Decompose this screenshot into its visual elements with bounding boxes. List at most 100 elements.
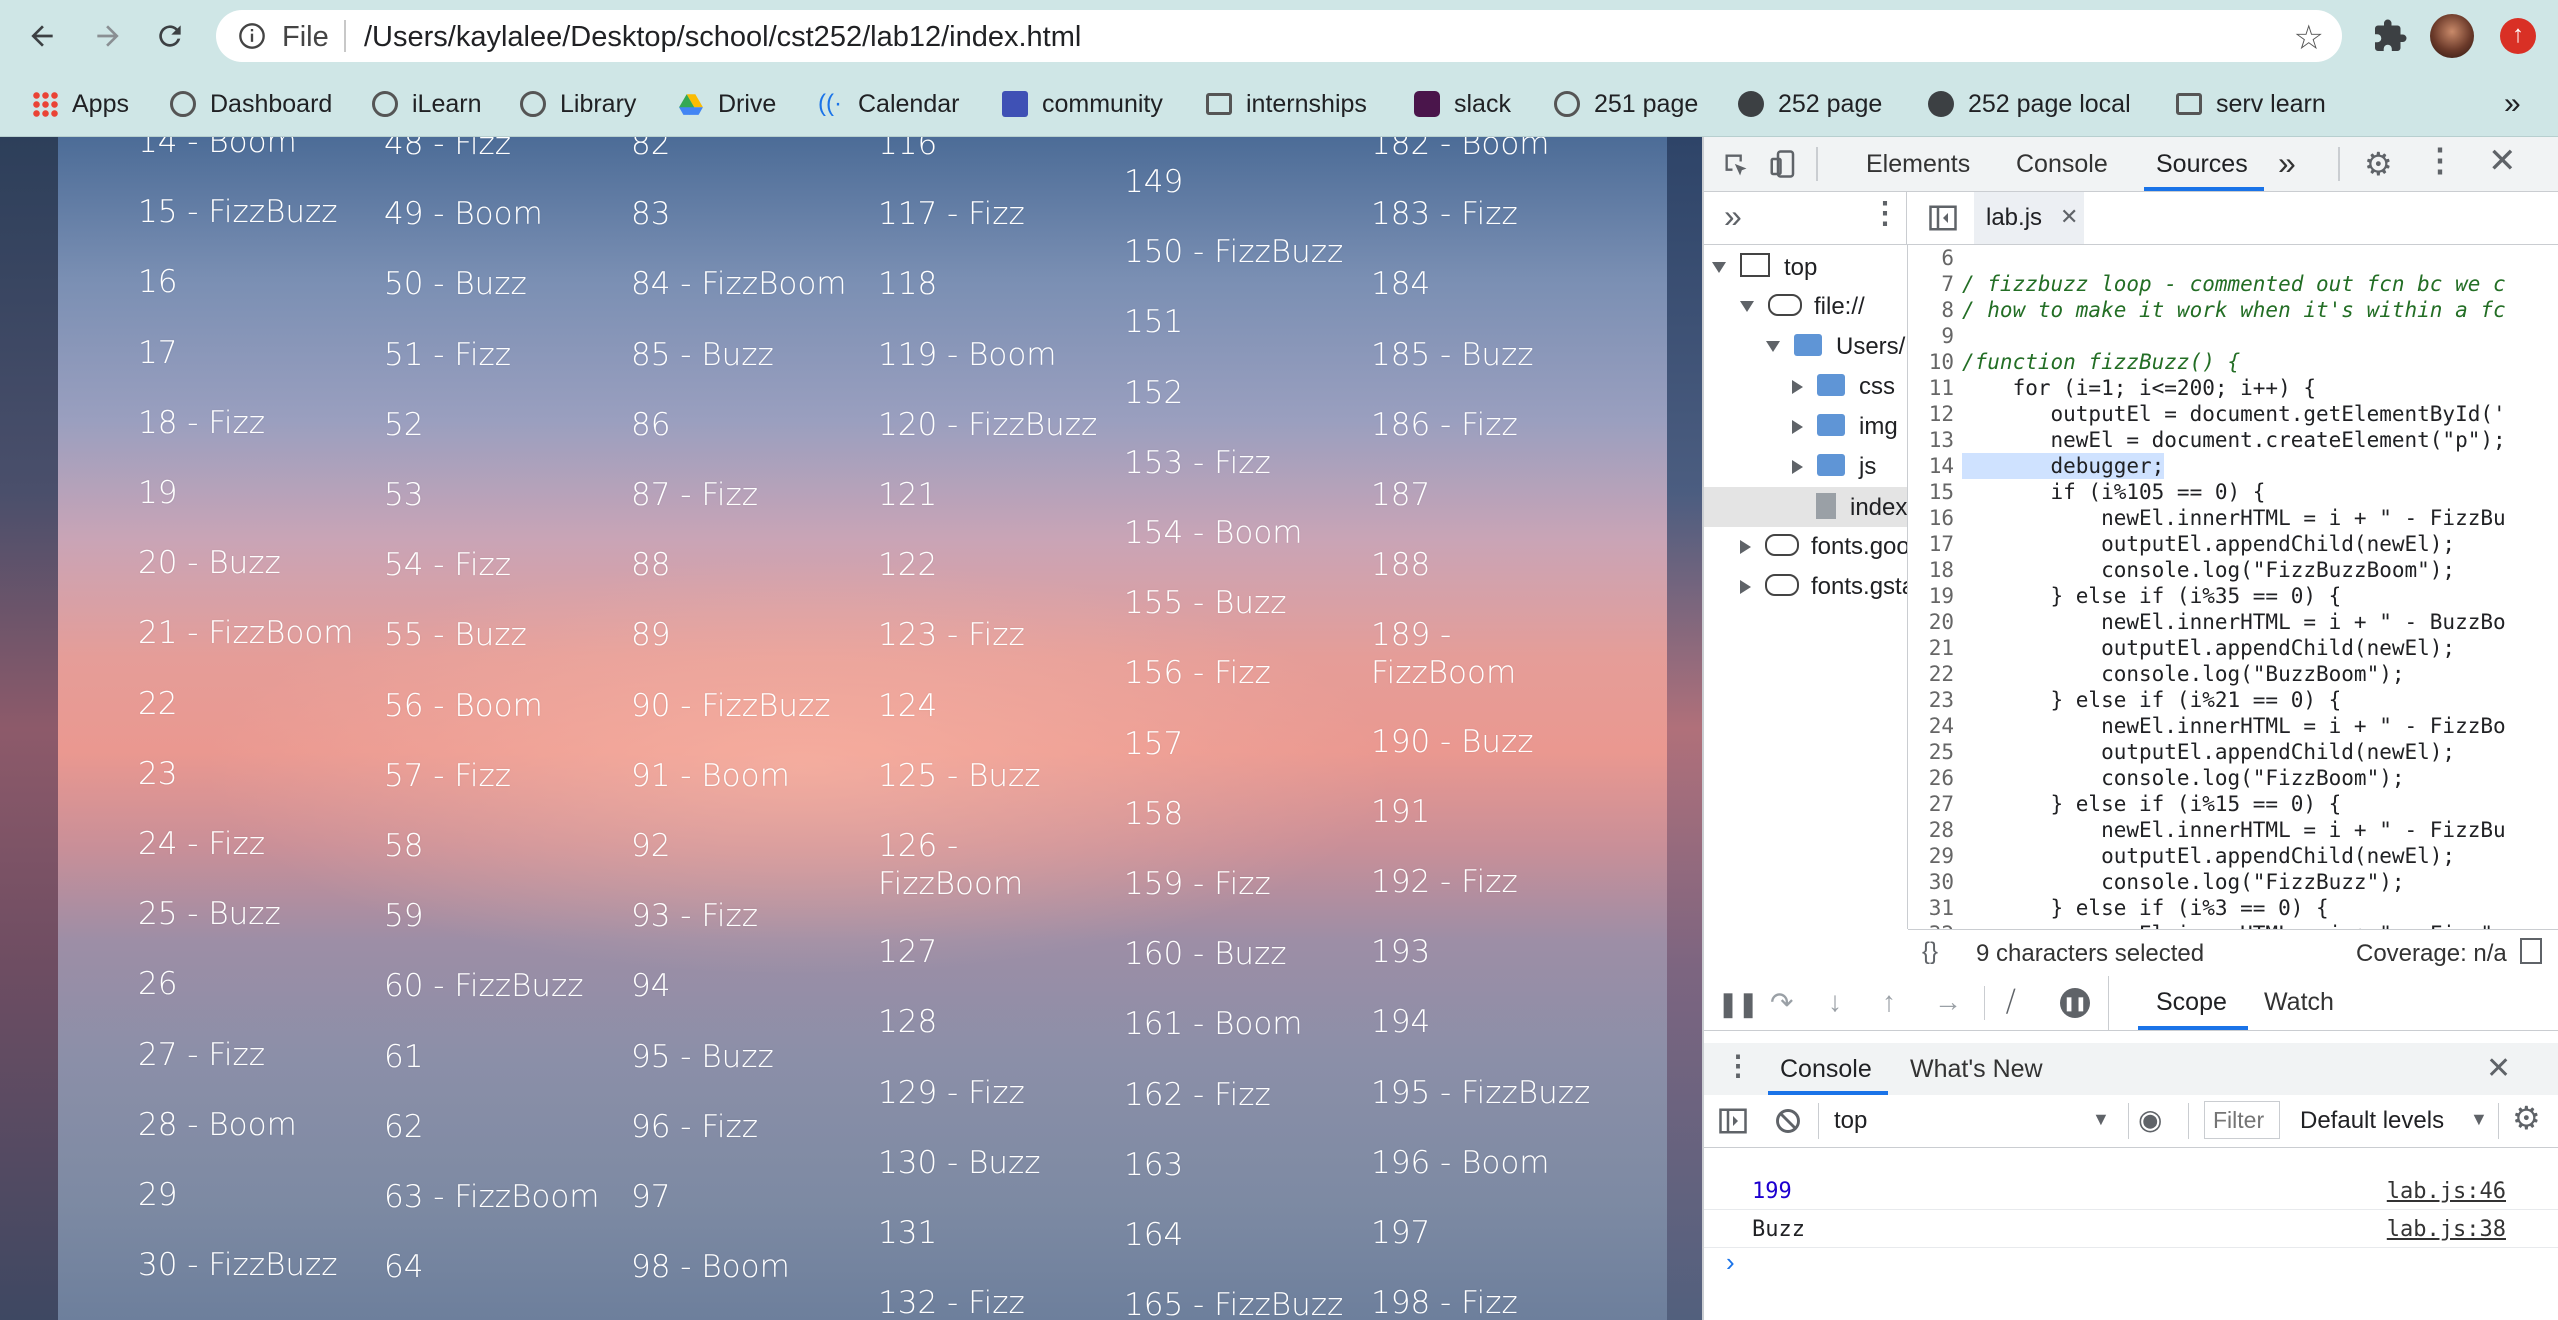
tree-item-fonts-googleapis[interactable]: fonts.goo (1740, 533, 1907, 561)
line-number[interactable]: 11 (1908, 375, 1954, 401)
step-out-icon[interactable]: ↑ (1882, 986, 1896, 1018)
device-toggle-icon[interactable] (1768, 149, 1798, 179)
tree-item-index[interactable]: index (1816, 493, 1907, 522)
line-number[interactable]: 18 (1908, 557, 1954, 583)
line-number[interactable]: 24 (1908, 713, 1954, 739)
tab-elements[interactable]: Elements (1866, 150, 1970, 179)
line-number[interactable]: 29 (1908, 843, 1954, 869)
line-number[interactable]: 22 (1908, 661, 1954, 687)
line-number[interactable]: 12 (1908, 401, 1954, 427)
tree-item-img[interactable]: img (1792, 413, 1898, 441)
coverage-icon[interactable] (2520, 938, 2542, 964)
console-sidebar-icon[interactable] (1718, 1107, 1748, 1135)
pause-icon[interactable]: ❚❚ (1718, 990, 1758, 1019)
info-icon[interactable] (238, 22, 266, 50)
show-navigator-icon[interactable]: » (1724, 198, 1742, 235)
bookmark-star-icon[interactable]: ☆ (2294, 18, 2324, 58)
bookmark-internships[interactable]: internships (1206, 84, 1367, 124)
more-options-icon[interactable]: ⋮ (2424, 141, 2456, 179)
pretty-print-button[interactable]: {} (1922, 938, 1938, 966)
address-bar[interactable]: File /Users/kaylalee/Desktop/school/cst2… (216, 10, 2342, 62)
console-source-link[interactable]: lab.js:46 (2387, 1179, 2506, 1204)
live-expression-eye-icon[interactable]: ◉ (2138, 1103, 2162, 1136)
console-settings-gear-icon[interactable]: ⚙ (2512, 1099, 2541, 1137)
update-icon[interactable]: ↑ (2500, 18, 2536, 54)
tab-console[interactable]: Console (2016, 150, 2108, 179)
bookmark-calendar[interactable]: ((· Calendar (818, 84, 959, 124)
close-drawer-icon[interactable]: ✕ (2486, 1051, 2511, 1086)
bookmark-apps[interactable]: Apps (32, 84, 129, 124)
inspect-element-icon[interactable] (1722, 151, 1750, 179)
line-number[interactable]: 32 (1908, 921, 1954, 929)
file-tab-lab-js[interactable]: lab.js ✕ (1974, 192, 2084, 244)
line-number[interactable]: 20 (1908, 609, 1954, 635)
line-number[interactable]: 30 (1908, 869, 1954, 895)
more-tabs-button[interactable]: » (2278, 145, 2296, 182)
line-number[interactable]: 23 (1908, 687, 1954, 713)
log-levels-dropdown[interactable]: Default levels ▼ (2300, 1101, 2490, 1141)
step-into-icon[interactable]: ↓ (1828, 986, 1842, 1018)
deactivate-breakpoints-icon[interactable]: ⧸ (2006, 986, 2016, 1019)
tab-scope[interactable]: Scope (2156, 988, 2227, 1017)
line-number[interactable]: 14 (1908, 453, 1954, 479)
clear-console-icon[interactable] (1774, 1107, 1802, 1135)
url-text[interactable]: /Users/kaylalee/Desktop/school/cst252/la… (364, 21, 1081, 54)
forward-button[interactable] (86, 14, 130, 58)
line-number[interactable]: 31 (1908, 895, 1954, 921)
line-number[interactable]: 13 (1908, 427, 1954, 453)
console-prompt[interactable]: › (1726, 1247, 1735, 1278)
tree-item-js[interactable]: js (1792, 453, 1876, 481)
tab-watch[interactable]: Watch (2264, 988, 2334, 1017)
line-number[interactable]: 16 (1908, 505, 1954, 531)
drawer-tab-console[interactable]: Console (1780, 1055, 1872, 1084)
bookmark-library[interactable]: Library (520, 84, 636, 124)
bookmark-slack[interactable]: slack (1414, 84, 1511, 124)
bookmark-251-page[interactable]: 251 page (1554, 84, 1698, 124)
line-number[interactable]: 26 (1908, 765, 1954, 791)
tab-sources[interactable]: Sources (2156, 150, 2248, 179)
profile-avatar[interactable] (2430, 14, 2474, 58)
line-number[interactable]: 7 (1908, 271, 1954, 297)
line-number[interactable]: 17 (1908, 531, 1954, 557)
line-number[interactable]: 21 (1908, 635, 1954, 661)
bookmark-252-page[interactable]: 252 page (1738, 84, 1882, 124)
extensions-icon[interactable] (2372, 18, 2408, 59)
bookmark-serv-learn[interactable]: serv learn (2176, 84, 2326, 124)
line-number[interactable]: 25 (1908, 739, 1954, 765)
line-number[interactable]: 8 (1908, 297, 1954, 323)
bookmarks-overflow-button[interactable]: » (2504, 84, 2521, 124)
pause-on-exceptions-icon[interactable]: ❚❚ (2060, 988, 2090, 1018)
step-icon[interactable]: → (1934, 986, 1962, 1018)
console-filter-input[interactable] (2204, 1101, 2280, 1139)
step-over-icon[interactable]: ↷ (1770, 986, 1793, 1019)
bookmark-drive[interactable]: Drive (678, 84, 776, 124)
drawer-menu-icon[interactable]: ⋮ (1724, 1049, 1752, 1082)
line-number[interactable]: 19 (1908, 583, 1954, 609)
close-devtools-icon[interactable]: ✕ (2488, 141, 2517, 181)
back-button[interactable] (20, 14, 64, 58)
line-number[interactable]: 27 (1908, 791, 1954, 817)
toggle-sidebar-icon[interactable] (1928, 204, 1958, 232)
context-selector[interactable]: top ▼ (1834, 1101, 2114, 1141)
line-number[interactable]: 28 (1908, 817, 1954, 843)
line-number[interactable]: 9 (1908, 323, 1954, 349)
bookmark-dashboard[interactable]: Dashboard (170, 84, 332, 124)
tree-item-top[interactable]: top (1712, 253, 1817, 282)
close-file-icon[interactable]: ✕ (2060, 204, 2078, 230)
console-source-link[interactable]: lab.js:38 (2387, 1217, 2506, 1242)
navigator-more-icon[interactable]: ⋮ (1870, 196, 1900, 231)
settings-gear-icon[interactable]: ⚙ (2364, 145, 2393, 183)
reload-button[interactable] (148, 14, 192, 58)
tree-item-fonts-gstatic[interactable]: fonts.gsta (1740, 573, 1907, 601)
bookmark-ilearn[interactable]: iLearn (372, 84, 482, 124)
line-number[interactable]: 10 (1908, 349, 1954, 375)
bookmark-252-page-local[interactable]: 252 page local (1928, 84, 2131, 124)
bookmark-community[interactable]: community (1002, 84, 1163, 124)
tree-item-users[interactable]: Users/k (1766, 333, 1907, 361)
tree-item-css[interactable]: css (1792, 373, 1895, 401)
line-number[interactable]: 15 (1908, 479, 1954, 505)
line-number[interactable]: 6 (1908, 245, 1954, 271)
drawer-tab-whats-new[interactable]: What's New (1910, 1055, 2043, 1084)
tree-item-file[interactable]: file:// (1740, 293, 1865, 321)
code-editor[interactable]: 6 7 / fizzbuzz loop - commented out fcn bc… (1908, 245, 2558, 929)
